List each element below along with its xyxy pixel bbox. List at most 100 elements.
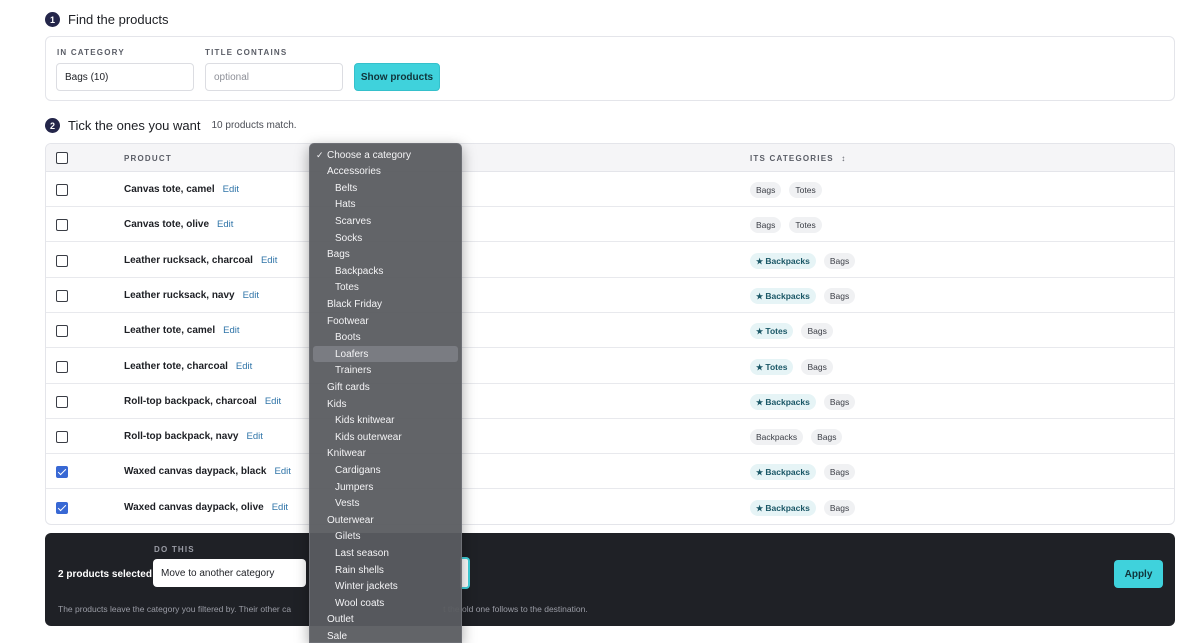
table-row[interactable]: Leather rucksack, navy Edit Backpacks Bags xyxy=(46,278,1174,313)
dropdown-option[interactable]: Outlet xyxy=(310,612,461,628)
row-checkbox[interactable] xyxy=(56,395,68,408)
dropdown-option[interactable]: Vests xyxy=(310,496,461,512)
dropdown-option[interactable]: Belts xyxy=(310,180,461,196)
dropdown-option[interactable]: Backpacks xyxy=(310,263,461,279)
dropdown-option[interactable]: Sale xyxy=(310,628,461,642)
edit-link[interactable]: Edit xyxy=(217,219,233,230)
primary-category-tag: Backpacks xyxy=(750,252,816,269)
dropdown-option[interactable]: Outerwear xyxy=(310,512,461,528)
edit-link[interactable]: Edit xyxy=(265,396,281,407)
edit-link[interactable]: Edit xyxy=(223,184,239,195)
dropdown-option[interactable]: Wool coats xyxy=(310,595,461,611)
row-checkbox[interactable] xyxy=(56,360,68,373)
dropdown-option[interactable]: Cardigans xyxy=(310,462,461,478)
table-row[interactable]: Waxed canvas daypack, olive Edit Backpacks… xyxy=(46,490,1174,524)
product-name: Waxed canvas daypack, olive Edit xyxy=(124,502,288,513)
dropdown-option[interactable]: Footwear xyxy=(310,313,461,329)
category-dropdown-menu[interactable]: Choose a categoryAccessoriesBeltsHatsSca… xyxy=(309,143,462,643)
row-checkbox[interactable] xyxy=(56,219,68,232)
title-input[interactable]: optional xyxy=(205,63,343,91)
category-tags: Totes Bags xyxy=(750,323,833,340)
edit-link[interactable]: Edit xyxy=(272,502,288,513)
step-2-header: 2 Tick the ones you want 10 products mat… xyxy=(45,118,297,133)
primary-category-tag: Backpacks xyxy=(750,393,816,410)
category-tag: Bags xyxy=(823,393,856,410)
table-row[interactable]: Canvas tote, olive Edit Bags Totes xyxy=(46,207,1174,243)
row-checkbox[interactable] xyxy=(56,184,68,196)
product-name: Canvas tote, camel Edit xyxy=(124,184,239,195)
product-title: Waxed canvas daypack, black xyxy=(124,466,267,478)
step-number: 1 xyxy=(45,12,60,27)
dropdown-option[interactable]: Choose a category xyxy=(310,147,461,163)
table-row[interactable]: Canvas tote, camel Edit Bags Totes xyxy=(46,172,1174,207)
dropdown-option[interactable]: Boots xyxy=(310,330,461,346)
dropdown-option[interactable]: Hats xyxy=(310,197,461,213)
dropdown-option[interactable]: Scarves xyxy=(310,213,461,229)
dropdown-option[interactable]: Rain shells xyxy=(310,562,461,578)
dropdown-option[interactable]: Gift cards xyxy=(310,379,461,395)
step-title: Tick the ones you want xyxy=(68,118,201,133)
column-categories[interactable]: ITS CATEGORIES ↕ xyxy=(750,154,846,163)
dropdown-option[interactable]: Knitwear xyxy=(310,446,461,462)
primary-category-tag: Totes xyxy=(750,358,794,375)
sort-icon[interactable]: ↕ xyxy=(841,154,846,163)
category-select[interactable]: Bags (10) xyxy=(56,63,194,91)
product-name: Leather rucksack, charcoal Edit xyxy=(124,255,277,266)
edit-link[interactable]: Edit xyxy=(236,361,252,372)
table-row[interactable]: Roll-top backpack, navy Edit Backpacks Bags xyxy=(46,419,1174,455)
dropdown-option[interactable]: Jumpers xyxy=(310,479,461,495)
dropdown-option[interactable]: Last season xyxy=(310,545,461,561)
dropdown-option[interactable]: Winter jackets xyxy=(310,579,461,595)
dropdown-option[interactable]: Black Friday xyxy=(310,296,461,312)
dropdown-option[interactable]: Kids outerwear xyxy=(310,429,461,445)
dropdown-option[interactable]: Bags xyxy=(310,247,461,263)
apply-button[interactable]: Apply xyxy=(1114,560,1163,588)
show-products-button[interactable]: Show products xyxy=(354,63,440,91)
select-all-checkbox[interactable] xyxy=(56,152,68,164)
product-title: Leather tote, charcoal xyxy=(124,360,228,372)
category-tags: Bags Totes xyxy=(750,182,822,198)
dropdown-option[interactable]: Accessories xyxy=(310,164,461,180)
dropdown-option[interactable]: Trainers xyxy=(310,363,461,379)
dropdown-option[interactable]: Gilets xyxy=(310,529,461,545)
action-select[interactable]: Move to another category xyxy=(153,559,306,587)
edit-link[interactable]: Edit xyxy=(246,431,262,442)
row-checkbox[interactable] xyxy=(56,325,68,338)
row-checkbox[interactable] xyxy=(56,289,68,302)
table-row[interactable]: Waxed canvas daypack, black Edit Backpacks… xyxy=(46,454,1174,490)
dropdown-option[interactable]: Loafers xyxy=(313,346,458,363)
category-tags: Backpacks Bags xyxy=(750,499,856,516)
edit-link[interactable]: Edit xyxy=(243,290,259,301)
edit-link[interactable]: Edit xyxy=(223,325,239,336)
dropdown-option[interactable]: Kids xyxy=(310,396,461,412)
product-title: Leather tote, camel xyxy=(124,325,216,337)
category-tag: Bags xyxy=(801,323,833,340)
row-checkbox[interactable] xyxy=(56,501,68,514)
table-header: PRODUCT ITS CATEGORIES ↕ xyxy=(46,144,1174,172)
products-table: PRODUCT ITS CATEGORIES ↕ Canvas tote, ca… xyxy=(45,143,1175,525)
product-title: Roll-top backpack, charcoal xyxy=(124,395,257,407)
dropdown-option[interactable]: Socks xyxy=(310,230,461,246)
row-checkbox[interactable] xyxy=(56,431,68,444)
category-tag: Totes xyxy=(789,217,822,234)
table-row[interactable]: Roll-top backpack, charcoal Edit Backpacks… xyxy=(46,384,1174,419)
table-row[interactable]: Leather tote, charcoal Edit Totes Bags xyxy=(46,349,1174,384)
category-tags: Backpacks Bags xyxy=(750,393,856,410)
table-row[interactable]: Leather rucksack, charcoalEditBackpacksB… xyxy=(46,243,1174,278)
edit-link[interactable]: Edit xyxy=(275,466,291,477)
product-name: Leather tote, camel Edit xyxy=(124,325,240,336)
category-tag: Bags xyxy=(823,287,856,304)
product-name: Canvas tote, olive Edit xyxy=(124,219,233,230)
dropdown-option[interactable]: Kids knitwear xyxy=(310,413,461,429)
product-title: Leather rucksack, charcoal xyxy=(124,254,253,266)
edit-link[interactable]: Edit xyxy=(261,255,277,266)
match-count: 10 products match. xyxy=(211,120,297,131)
step-number: 2 xyxy=(45,118,60,133)
category-tags: Backpacks Bags xyxy=(750,429,843,446)
step-1-header: 1 Find the products xyxy=(45,12,168,27)
table-row[interactable]: Leather tote, camel Edit Totes Bags xyxy=(46,313,1174,349)
row-checkbox[interactable] xyxy=(56,254,68,267)
dropdown-option[interactable]: Totes xyxy=(310,280,461,296)
row-checkbox[interactable] xyxy=(56,466,68,479)
selected-count: 2 products selected xyxy=(58,569,152,580)
